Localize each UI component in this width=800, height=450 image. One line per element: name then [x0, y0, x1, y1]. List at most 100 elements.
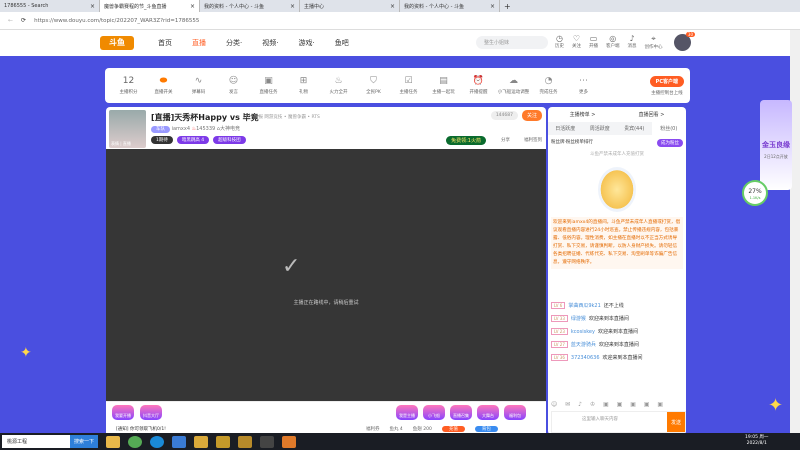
url-input[interactable]: https://www.douyu.com/topic/202207_WAR3Z…	[34, 18, 199, 24]
room-category[interactable]: 举报 网游竞技 • 魔兽争霸 • RTS	[254, 114, 320, 120]
edge-icon[interactable]	[150, 435, 165, 448]
rank-link[interactable]: 主播榜单 >	[570, 111, 596, 118]
join-fan-button[interactable]: 成为粉丝	[657, 139, 683, 147]
tool-ship[interactable]: ☁ 小飞船运动调整	[496, 76, 531, 95]
taskbar-search-button[interactable]: 搜索一下	[70, 435, 99, 448]
fishball-count: 鱼丸 4	[389, 427, 403, 432]
follow-button[interactable]: 关注	[521, 110, 542, 121]
browser-tab[interactable]: 1786555 - Search ×	[0, 0, 100, 12]
tab-weekly[interactable]: 周活跃度	[583, 122, 618, 135]
app-icon[interactable]	[194, 435, 209, 448]
tool-danmu[interactable]: ∿ 弹幕码	[181, 76, 216, 95]
username[interactable]: kcosiskey	[571, 329, 595, 335]
close-icon[interactable]: ×	[490, 3, 495, 10]
taskbar-search[interactable]: 桃源工程	[2, 435, 70, 448]
tab-vip[interactable]: 贵宾(44)	[617, 122, 652, 135]
system-clock[interactable]: 19:05 周一 2022/8/1	[745, 435, 768, 447]
browser-tab[interactable]: 魔兽争霸赛程的节_斗鱼直播 ×	[100, 0, 200, 12]
chat-tools[interactable]: ☺ ✉ ♪ ♔ ▣ ▣ ▣ ▣ ▣	[551, 401, 666, 408]
level-badge: LV 36	[551, 354, 568, 361]
promo-banner[interactable]: 金玉良缘 2日12点开放	[760, 100, 792, 190]
streamer-name[interactable]: iamxx4	[172, 126, 190, 132]
tool-live-switch[interactable]: ⬬ 直播开关	[146, 76, 181, 95]
address-bar: ← ⟳ https://www.douyu.com/topic/202207_W…	[0, 12, 800, 30]
video-player[interactable]: ✓ 主播正在路线中，请稍后重试	[106, 149, 546, 401]
creator-button[interactable]: ⌖ 创作中心	[645, 34, 663, 50]
tool-play-together[interactable]: ▤ 主播一起玩	[426, 76, 461, 95]
network-widget[interactable]: 27% 1.1K/s	[742, 180, 768, 206]
tag[interactable]: 1期待	[151, 136, 173, 144]
coupon[interactable]: 福利券	[366, 426, 380, 432]
tab-fans[interactable]: 粉丝(0)	[651, 122, 686, 135]
gift-item[interactable]: 小飞船	[423, 405, 445, 420]
search-input[interactable]: 整生小姐妹	[476, 36, 548, 49]
username[interactable]: 绿游猴	[571, 315, 586, 322]
tool-reminder[interactable]: ⏰ 开播提醒	[461, 76, 496, 95]
close-icon[interactable]: ×	[390, 3, 395, 10]
tab-daily[interactable]: 日活跃度	[548, 122, 583, 135]
refresh-icon[interactable]: ⟳	[21, 17, 26, 24]
pc-sub: 主播控制台上线	[651, 90, 683, 96]
tag[interactable]: 超级科技团	[213, 136, 246, 144]
tool-speak[interactable]: ☺ 发言	[216, 76, 251, 95]
broadcast-button[interactable]: ▭ 开播	[589, 34, 598, 50]
tool-task[interactable]: ▣ 直播任务	[251, 76, 286, 95]
browser-tab[interactable]: 我的资料 - 个人中心 - 斗鱼 ×	[200, 0, 300, 12]
nav-home[interactable]: 首页	[158, 38, 172, 48]
nav-video[interactable]: 视频·	[262, 38, 278, 48]
browser-tab[interactable]: 主播中心 ×	[300, 0, 400, 12]
date: 2022/8/1	[746, 441, 767, 446]
nav-game[interactable]: 游戏·	[298, 38, 314, 48]
app-icon[interactable]	[238, 435, 253, 448]
username[interactable]: 掌曲西瓜9k21	[568, 302, 600, 309]
app-icon[interactable]	[260, 435, 275, 448]
tool-complete[interactable]: ◔ 完成任务	[531, 76, 566, 95]
gift-item[interactable]: 抖音大厅	[140, 405, 162, 420]
message-button[interactable]: ♪ 消息	[628, 34, 637, 50]
recharge-button[interactable]: 充值	[441, 426, 465, 432]
app-icon[interactable]	[172, 435, 187, 448]
logo[interactable]: 斗鱼	[100, 36, 134, 50]
nav-live[interactable]: 直播	[192, 38, 206, 48]
nav-category[interactable]: 分类·	[226, 38, 242, 48]
close-icon[interactable]: ×	[190, 3, 195, 10]
share-button[interactable]: 分享	[501, 137, 510, 143]
tool-more[interactable]: ⋯ 更多	[566, 76, 601, 95]
back-icon[interactable]: ←	[8, 17, 13, 24]
username[interactable]: 372340636	[571, 355, 600, 361]
team-name[interactable]: 大神电竞	[220, 126, 240, 132]
chat-input[interactable]: 这里输入聊天内容	[552, 412, 648, 432]
toggle-icon: ⬬	[159, 76, 168, 86]
follow-button[interactable]: ♡ 关注	[572, 34, 581, 50]
page-scrollbar[interactable]	[790, 30, 800, 433]
gift-item[interactable]: 我是主播	[396, 405, 418, 420]
nav-yuba[interactable]: 鱼吧	[335, 38, 349, 48]
new-tab-icon[interactable]: +	[504, 2, 511, 11]
app-icon[interactable]	[128, 435, 143, 448]
gift-item[interactable]: 福利包	[504, 405, 526, 420]
history-button[interactable]: ◷ 历史	[555, 34, 564, 50]
tag[interactable]: 暗黑跳高 4	[176, 136, 210, 144]
tool-fire[interactable]: ♨ 火力全开	[321, 76, 356, 95]
tool-anchor-task[interactable]: ☑ 主播任务	[391, 76, 426, 95]
browser-tab[interactable]: 我的资料 - 个人中心 - 斗鱼 ×	[400, 0, 500, 12]
replay-link[interactable]: 直播回看 >	[639, 111, 665, 118]
signin-button[interactable]: 福利签到	[524, 137, 542, 143]
tool-gift[interactable]: ⊞ 礼物	[286, 76, 321, 95]
gift-item[interactable]: 直播召集	[450, 405, 472, 420]
app-icon[interactable]	[282, 435, 297, 448]
close-icon[interactable]: ×	[290, 3, 295, 10]
gift-item[interactable]: 我要开播	[112, 405, 134, 420]
send-button[interactable]: 发送	[667, 412, 685, 432]
free-box-button[interactable]: 免费领:1火箭	[446, 136, 486, 145]
gift-item[interactable]: 大舞台	[477, 405, 499, 420]
username[interactable]: 蓝天游骑兵	[571, 341, 596, 348]
avatar[interactable]: 30	[674, 32, 695, 51]
warcraft-icon[interactable]	[216, 435, 231, 448]
client-button[interactable]: ◎ 客户端	[606, 34, 620, 50]
folder-icon[interactable]	[106, 435, 121, 448]
pc-client-button[interactable]: PC客户端 主播控制台上线	[649, 75, 684, 96]
tool-pk[interactable]: ⛉ 全民PK	[356, 76, 391, 95]
backpack-button[interactable]: 背包	[474, 426, 498, 432]
close-icon[interactable]: ×	[90, 3, 95, 10]
